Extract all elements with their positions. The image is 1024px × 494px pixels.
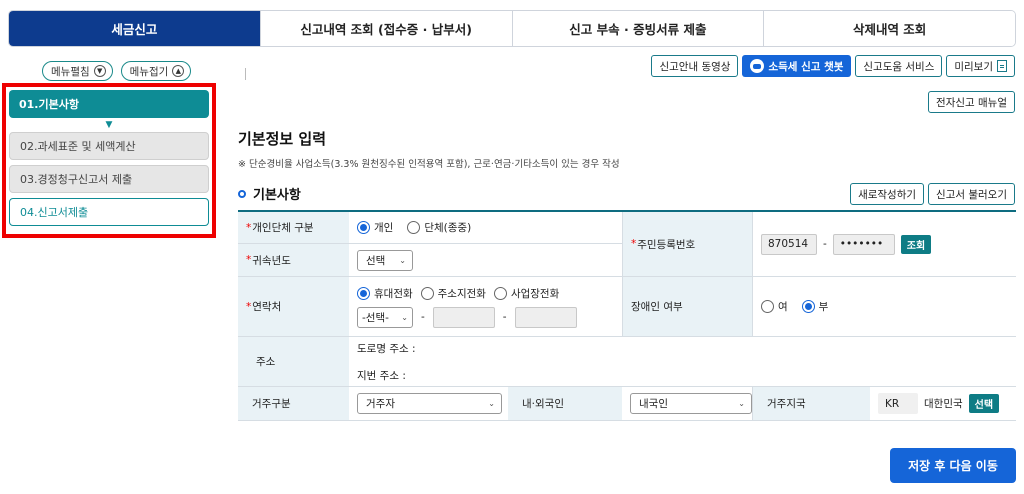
phone-dash: - bbox=[421, 311, 425, 323]
preview-button[interactable]: 미리보기 bbox=[946, 55, 1015, 77]
radio-icon bbox=[493, 286, 507, 300]
step-basic-info[interactable]: 01.기본사항 bbox=[9, 90, 209, 118]
year-label: * 귀속년도 bbox=[238, 244, 349, 276]
section-actions: 새로작성하기 신고서 불러오기 bbox=[850, 183, 1015, 205]
chatbot-icon bbox=[750, 59, 765, 73]
phone-middle-field[interactable] bbox=[432, 306, 495, 328]
phone-prefix-select[interactable]: -선택- ⌄ bbox=[357, 306, 413, 328]
type-label: * 개인단체 구분 bbox=[238, 212, 349, 243]
rrn-front-field[interactable]: 870514 bbox=[761, 233, 817, 255]
rrn-label: * 주민등록번호 bbox=[622, 212, 752, 276]
disabled-option-yes[interactable]: 여 bbox=[761, 299, 788, 314]
radio-checked-icon bbox=[801, 300, 815, 313]
rrn-dash: - bbox=[823, 238, 827, 250]
save-next-button[interactable]: 저장 후 다음 이동 bbox=[890, 448, 1016, 483]
menu-expand-button[interactable]: 메뉴펼침 ▼ bbox=[42, 61, 113, 81]
rrn-back-field[interactable]: ••••••• bbox=[832, 233, 895, 255]
load-form-button[interactable]: 신고서 불러오기 bbox=[928, 183, 1015, 205]
bullet-icon bbox=[238, 189, 246, 198]
nationality-label: 내·외국인 bbox=[508, 387, 622, 420]
chevron-up-icon: ▲ bbox=[172, 65, 185, 77]
year-select[interactable]: 선택 ⌄ bbox=[357, 249, 413, 271]
disabled-option-no[interactable]: 부 bbox=[801, 299, 828, 314]
preview-label: 미리보기 bbox=[954, 60, 993, 73]
guide-video-label: 신고안내 동영상 bbox=[659, 60, 731, 73]
main-tabs: 세금신고 신고내역 조회 (접수증 · 납부서) 신고 부속 · 증빙서류 제출… bbox=[8, 10, 1016, 47]
chatbot-label: 소득세 신고 챗봇 bbox=[768, 60, 844, 73]
new-form-button[interactable]: 새로작성하기 bbox=[850, 183, 925, 205]
step-correction-claim[interactable]: 03.경정청구신고서 제출 bbox=[9, 165, 209, 193]
manual-label: 전자신고 매뉴얼 bbox=[936, 96, 1007, 109]
radio-checked-icon bbox=[357, 286, 370, 300]
help-service-button[interactable]: 신고도움 서비스 bbox=[855, 55, 943, 77]
section-title: 기본사항 bbox=[238, 184, 301, 203]
top-toolbar: 신고안내 동영상 소득세 신고 챗봇 신고도움 서비스 미리보기 bbox=[651, 55, 1015, 77]
radio-icon bbox=[420, 286, 434, 300]
country-name: 대한민국 bbox=[924, 398, 963, 410]
tab-tax-filing[interactable]: 세금신고 bbox=[9, 11, 261, 46]
contact-option-business[interactable]: 사업장전화 bbox=[493, 286, 559, 301]
chevron-down-icon: ⌄ bbox=[488, 399, 495, 408]
residence-label: 거주구분 bbox=[238, 387, 349, 420]
radio-icon bbox=[407, 221, 421, 234]
chevron-down-icon: ⌄ bbox=[401, 312, 408, 322]
step-submit-return[interactable]: 04.신고서제출 bbox=[9, 198, 209, 226]
divider bbox=[245, 68, 246, 80]
menu-toggles: 메뉴펼침 ▼ 메뉴접기 ▲ bbox=[42, 61, 192, 81]
guide-video-button[interactable]: 신고안내 동영상 bbox=[651, 55, 739, 77]
country-code-field: KR bbox=[878, 393, 918, 414]
e-filing-manual-button[interactable]: 전자신고 매뉴얼 bbox=[928, 91, 1015, 113]
country-select-button[interactable]: 선택 bbox=[968, 394, 1000, 413]
load-form-label: 신고서 불러오기 bbox=[936, 188, 1007, 201]
chevron-down-icon: ⌄ bbox=[738, 399, 745, 408]
menu-expand-label: 메뉴펼침 bbox=[51, 65, 90, 78]
step-menu: 01.기본사항 ▼ 02.과세표준 및 세액계산 03.경정청구신고서 제출 0… bbox=[2, 83, 216, 238]
type-option-individual[interactable]: 개인 bbox=[357, 220, 393, 235]
chevron-down-icon: ⌄ bbox=[399, 255, 406, 265]
arrow-down-icon: ▼ bbox=[105, 120, 113, 130]
contact-radio-group: 휴대전화 주소지전화 사업장전화 bbox=[357, 286, 622, 301]
document-icon bbox=[997, 60, 1007, 72]
tab-attachments[interactable]: 신고 부속 · 증빙서류 제출 bbox=[512, 11, 765, 46]
address-label: 주소 bbox=[238, 337, 349, 386]
menu-collapse-button[interactable]: 메뉴접기 ▲ bbox=[120, 61, 192, 81]
contact-option-home[interactable]: 주소지전화 bbox=[420, 286, 486, 301]
section-title-text: 기본사항 bbox=[253, 188, 301, 203]
radio-icon bbox=[761, 300, 774, 313]
page-note: ※ 단순경비율 사업소득(3.3% 원천징수된 인적용역 포함), 근로·연금·… bbox=[238, 159, 620, 170]
contact-option-mobile[interactable]: 휴대전화 bbox=[357, 286, 413, 301]
step-tax-calculation[interactable]: 02.과세표준 및 세액계산 bbox=[9, 132, 209, 160]
contact-label: * 연락처 bbox=[238, 277, 349, 336]
disabled-label: 장애인 여부 bbox=[622, 277, 752, 336]
type-option-group[interactable]: 단체(종중) bbox=[407, 220, 471, 235]
disabled-radio-group: 여 부 bbox=[752, 277, 1016, 336]
lot-address: 지번 주소 : bbox=[357, 369, 406, 382]
basic-info-form: * 개인단체 구분 개인 단체(종중) * 귀속년도 선택 ⌄ * 주민등록번호 870… bbox=[238, 210, 1016, 421]
chatbot-button[interactable]: 소득세 신고 챗봇 bbox=[742, 55, 852, 77]
help-service-label: 신고도움 서비스 bbox=[863, 60, 935, 73]
new-form-label: 새로작성하기 bbox=[858, 188, 917, 201]
phone-dash: - bbox=[502, 311, 507, 323]
road-address: 도로명 주소 : bbox=[357, 342, 416, 355]
residence-select[interactable]: 거주자 ⌄ bbox=[357, 393, 502, 414]
tab-filing-history[interactable]: 신고내역 조회 (접수증 · 납부서) bbox=[260, 11, 513, 46]
nationality-select[interactable]: 내국인 ⌄ bbox=[630, 393, 752, 414]
tab-deleted-history[interactable]: 삭제내역 조회 bbox=[764, 11, 1015, 46]
radio-checked-icon bbox=[357, 221, 370, 234]
page-title: 기본정보 입력 bbox=[238, 130, 327, 148]
country-label: 거주지국 bbox=[752, 387, 870, 420]
type-radio-group: 개인 단체(종중) bbox=[349, 212, 622, 243]
menu-collapse-label: 메뉴접기 bbox=[129, 65, 169, 78]
phone-last-field[interactable] bbox=[514, 306, 577, 328]
chevron-down-icon: ▼ bbox=[93, 65, 106, 77]
rrn-lookup-button[interactable]: 조회 bbox=[900, 234, 932, 254]
